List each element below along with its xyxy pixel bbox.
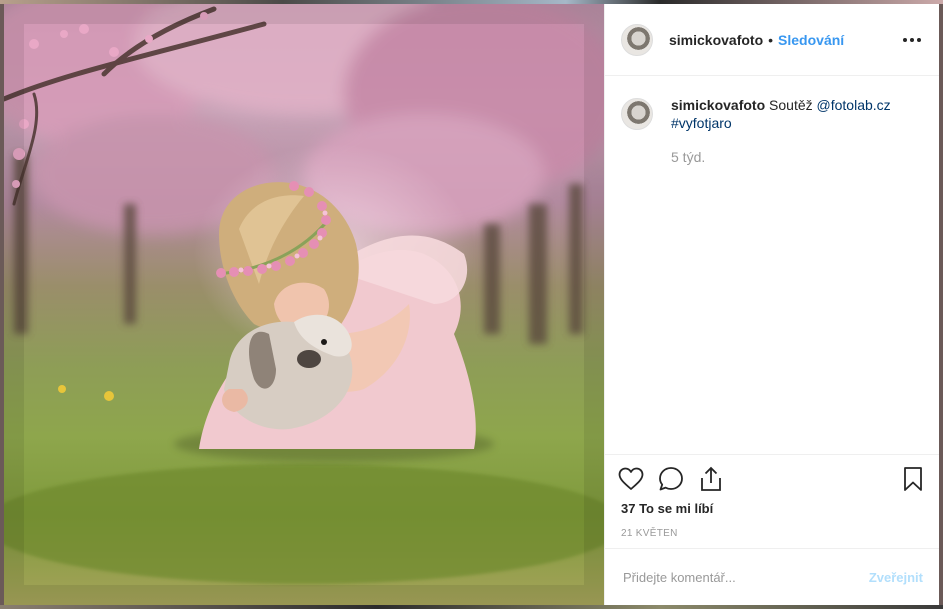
post-date: 21 KVĚTEN — [621, 528, 678, 539]
caption-text: Soutěž — [769, 97, 813, 113]
action-bar — [605, 455, 939, 503]
post-header: simickovafoto • Sledování — [605, 4, 939, 76]
photo-illustration — [4, 4, 604, 605]
post-comment-button[interactable]: Zveřejnit — [869, 570, 923, 585]
caption-hashtag-link[interactable]: #vyfotjaro — [671, 115, 732, 131]
comment-input[interactable] — [621, 568, 869, 586]
more-options-icon[interactable] — [901, 32, 923, 48]
bookmark-save-icon[interactable] — [899, 465, 927, 493]
caption-time-ago: 5 týd. — [671, 149, 706, 165]
caption: simickovafoto Soutěž @fotolab.cz #vyfotj… — [621, 96, 923, 166]
share-icon[interactable] — [697, 465, 725, 493]
author-username[interactable]: simickovafoto — [669, 32, 763, 48]
separator-dot: • — [768, 31, 774, 48]
post-side-panel: simickovafoto • Sledování simickovafoto … — [604, 4, 939, 605]
caption-body: simickovafoto Soutěž @fotolab.cz #vyfotj… — [671, 96, 891, 166]
post-modal: simickovafoto • Sledování simickovafoto … — [4, 4, 939, 605]
caption-username[interactable]: simickovafoto — [671, 97, 765, 113]
comments-section: simickovafoto Soutěž @fotolab.cz #vyfotj… — [605, 76, 939, 166]
post-photo[interactable] — [4, 4, 604, 605]
caption-avatar[interactable] — [621, 98, 653, 130]
add-comment-form: Zveřejnit — [605, 548, 939, 605]
caption-mention-link[interactable]: @fotolab.cz — [817, 97, 891, 113]
like-heart-icon[interactable] — [617, 465, 645, 493]
author-avatar[interactable] — [621, 23, 653, 56]
actions-area: 37 To se mi líbí 21 KVĚTEN — [605, 454, 939, 539]
likes-count[interactable]: 37 To se mi líbí — [605, 501, 939, 516]
comment-bubble-icon[interactable] — [657, 465, 685, 493]
follow-button[interactable]: Sledování — [778, 32, 844, 48]
feed-backdrop-bottom — [0, 605, 943, 609]
